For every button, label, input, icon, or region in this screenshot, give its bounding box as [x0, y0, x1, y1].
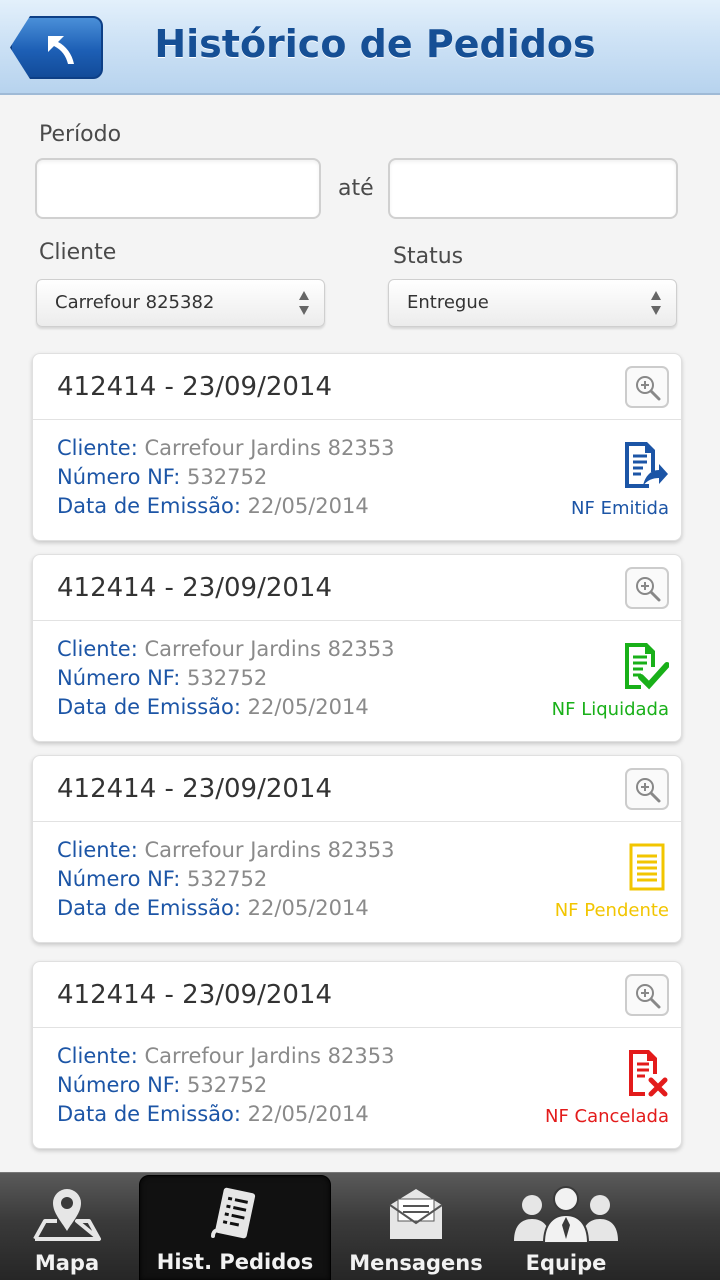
document-check-icon [625, 643, 669, 690]
status-label: Status [393, 244, 464, 269]
map-pin-icon [33, 1189, 101, 1241]
client-select[interactable]: Carrefour 825382 [36, 279, 325, 327]
select-arrows-icon [299, 291, 309, 315]
order-client: Carrefour Jardins 82353 [144, 838, 395, 862]
select-arrows-icon [651, 291, 661, 315]
team-icon [514, 1186, 618, 1243]
period-label: Período [39, 122, 122, 147]
order-title: 412414 - 23/09/2014 [57, 980, 333, 1010]
nav-item-equipe[interactable]: Equipe [496, 1175, 636, 1280]
order-details-button[interactable] [625, 768, 669, 810]
order-client: Carrefour Jardins 82353 [144, 637, 395, 661]
order-client: Carrefour Jardins 82353 [144, 436, 395, 460]
order-card-header: 412414 - 23/09/2014 [33, 354, 681, 420]
order-issue-date: 22/05/2014 [247, 896, 369, 920]
order-issue-date: 22/05/2014 [247, 695, 369, 719]
order-status: NF Pendente [554, 900, 669, 921]
order-info: Cliente: Carrefour Jardins 82353 Número … [57, 1044, 395, 1126]
order-card[interactable]: 412414 - 23/09/2014 Cliente: Carrefour J… [32, 554, 682, 742]
order-issue-date: 22/05/2014 [247, 494, 369, 518]
order-title: 412414 - 23/09/2014 [57, 573, 333, 603]
page-title: Histórico de Pedidos [154, 22, 596, 66]
order-title: 412414 - 23/09/2014 [57, 372, 333, 402]
period-separator: até [338, 176, 374, 201]
status-select[interactable]: Entregue [388, 279, 677, 327]
order-card[interactable]: 412414 - 23/09/2014 Cliente: Carrefour J… [32, 353, 682, 541]
order-history-icon [211, 1187, 256, 1239]
period-end-input[interactable] [388, 158, 678, 219]
period-start-input[interactable] [35, 158, 321, 219]
zoom-in-icon [636, 376, 661, 401]
order-info: Cliente: Carrefour Jardins 82353 Número … [57, 637, 395, 719]
order-card[interactable]: 412414 - 23/09/2014 Cliente: Carrefour J… [32, 961, 682, 1149]
client-label: Cliente [39, 240, 117, 265]
app-header: Histórico de Pedidos [0, 0, 720, 95]
nav-item-mensagens[interactable]: Mensagens [340, 1175, 492, 1280]
order-client: Carrefour Jardins 82353 [144, 1044, 395, 1068]
order-card-header: 412414 - 23/09/2014 [33, 555, 681, 621]
order-card[interactable]: 412414 - 23/09/2014 Cliente: Carrefour J… [32, 755, 682, 943]
order-title: 412414 - 23/09/2014 [57, 774, 333, 804]
order-card-header: 412414 - 23/09/2014 [33, 962, 681, 1028]
order-status: NF Liquidada [551, 699, 669, 720]
bottom-nav: Mapa Hist. Pedidos Mensagens Equipe [0, 1172, 720, 1280]
status-select-value: Entregue [407, 292, 489, 313]
order-issue-date: 22/05/2014 [247, 1102, 369, 1126]
order-details-button[interactable] [625, 974, 669, 1016]
nav-item-mapa[interactable]: Mapa [0, 1175, 134, 1280]
order-nf-number: 532752 [187, 465, 268, 489]
order-details-button[interactable] [625, 366, 669, 408]
nav-item-hist-pedidos[interactable]: Hist. Pedidos [139, 1175, 331, 1280]
order-card-header: 412414 - 23/09/2014 [33, 756, 681, 822]
order-info: Cliente: Carrefour Jardins 82353 Número … [57, 436, 395, 518]
order-nf-number: 532752 [187, 1073, 268, 1097]
document-cancel-icon [629, 1050, 668, 1097]
order-status: NF Cancelada [544, 1106, 669, 1127]
zoom-in-icon [636, 778, 661, 803]
document-send-icon [625, 442, 668, 488]
zoom-in-icon [636, 577, 661, 602]
order-details-button[interactable] [625, 567, 669, 609]
order-info: Cliente: Carrefour Jardins 82353 Número … [57, 838, 395, 920]
order-status: NF Emitida [571, 498, 669, 519]
client-select-value: Carrefour 825382 [55, 292, 215, 313]
order-nf-number: 532752 [187, 666, 268, 690]
zoom-in-icon [636, 984, 661, 1009]
document-pending-icon [629, 843, 665, 891]
envelope-icon [389, 1189, 443, 1239]
order-nf-number: 532752 [187, 867, 268, 891]
